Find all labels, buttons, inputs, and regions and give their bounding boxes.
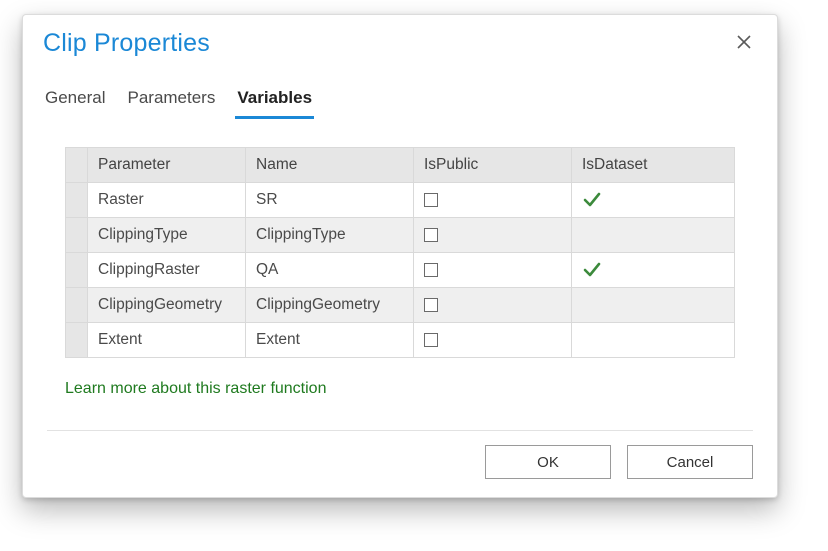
- cell-parameter[interactable]: Raster: [88, 183, 246, 218]
- table-row[interactable]: RasterSR: [66, 183, 735, 218]
- cell-ispublic[interactable]: [414, 253, 572, 288]
- cell-parameter[interactable]: ClippingRaster: [88, 253, 246, 288]
- checkbox-icon[interactable]: [424, 333, 438, 347]
- content-area: Parameter Name IsPublic IsDataset Raster…: [23, 119, 777, 416]
- checkbox-icon[interactable]: [424, 193, 438, 207]
- cell-ispublic[interactable]: [414, 183, 572, 218]
- cell-name[interactable]: SR: [246, 183, 414, 218]
- checkbox-icon[interactable]: [424, 228, 438, 242]
- learn-more-link[interactable]: Learn more about this raster function: [65, 380, 735, 398]
- table-header-row: Parameter Name IsPublic IsDataset: [66, 148, 735, 183]
- cell-isdataset[interactable]: [572, 218, 735, 253]
- ok-button[interactable]: OK: [485, 445, 611, 479]
- cell-ispublic[interactable]: [414, 288, 572, 323]
- cell-parameter[interactable]: Extent: [88, 323, 246, 358]
- tab-bar: General Parameters Variables: [23, 62, 777, 119]
- cell-isdataset[interactable]: [572, 323, 735, 358]
- tab-parameters[interactable]: Parameters: [125, 84, 217, 119]
- close-button[interactable]: [731, 29, 757, 55]
- table-row[interactable]: ClippingTypeClippingType: [66, 218, 735, 253]
- cell-ispublic[interactable]: [414, 323, 572, 358]
- col-header-isdataset[interactable]: IsDataset: [572, 148, 735, 183]
- check-icon: [582, 190, 602, 210]
- row-header[interactable]: [66, 183, 88, 218]
- row-header-corner: [66, 148, 88, 183]
- row-header[interactable]: [66, 253, 88, 288]
- col-header-ispublic[interactable]: IsPublic: [414, 148, 572, 183]
- table-row[interactable]: ExtentExtent: [66, 323, 735, 358]
- dialog-title: Clip Properties: [43, 29, 210, 58]
- cell-name[interactable]: ClippingGeometry: [246, 288, 414, 323]
- row-header[interactable]: [66, 218, 88, 253]
- row-header[interactable]: [66, 323, 88, 358]
- col-header-parameter[interactable]: Parameter: [88, 148, 246, 183]
- col-header-name[interactable]: Name: [246, 148, 414, 183]
- cell-parameter[interactable]: ClippingGeometry: [88, 288, 246, 323]
- cell-ispublic[interactable]: [414, 218, 572, 253]
- cancel-button[interactable]: Cancel: [627, 445, 753, 479]
- cell-name[interactable]: ClippingType: [246, 218, 414, 253]
- table-row[interactable]: ClippingRasterQA: [66, 253, 735, 288]
- variables-table: Parameter Name IsPublic IsDataset Raster…: [65, 147, 735, 358]
- close-icon: [737, 35, 751, 49]
- titlebar: Clip Properties: [23, 15, 777, 62]
- row-header[interactable]: [66, 288, 88, 323]
- table-row[interactable]: ClippingGeometryClippingGeometry: [66, 288, 735, 323]
- check-icon: [582, 260, 602, 280]
- cell-isdataset[interactable]: [572, 288, 735, 323]
- tab-variables[interactable]: Variables: [235, 84, 314, 119]
- cell-name[interactable]: Extent: [246, 323, 414, 358]
- dialog-footer: OK Cancel: [47, 430, 753, 497]
- cell-isdataset[interactable]: [572, 253, 735, 288]
- tab-general[interactable]: General: [43, 84, 107, 119]
- clip-properties-dialog: Clip Properties General Parameters Variabl…: [22, 14, 778, 498]
- checkbox-icon[interactable]: [424, 298, 438, 312]
- cell-name[interactable]: QA: [246, 253, 414, 288]
- cell-isdataset[interactable]: [572, 183, 735, 218]
- cell-parameter[interactable]: ClippingType: [88, 218, 246, 253]
- checkbox-icon[interactable]: [424, 263, 438, 277]
